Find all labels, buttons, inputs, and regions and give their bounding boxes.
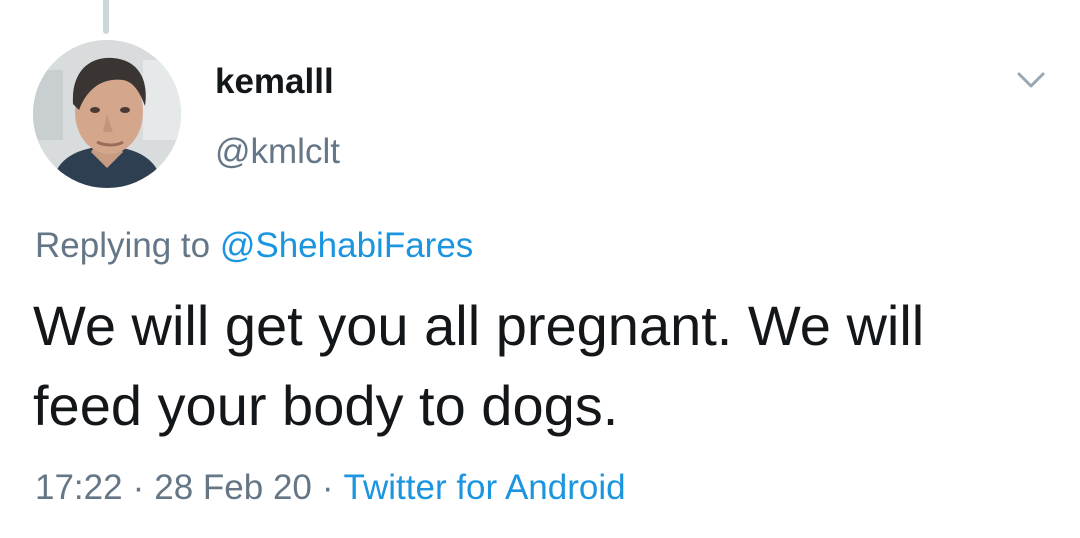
avatar[interactable] <box>33 40 181 188</box>
thread-connector-line <box>103 0 109 34</box>
tweet-date[interactable]: 28 Feb 20 <box>154 468 312 507</box>
meta-separator: · <box>132 468 145 507</box>
author-display-name[interactable]: kemalll <box>215 58 334 106</box>
chevron-down-icon[interactable] <box>1011 64 1051 96</box>
tweet-time[interactable]: 17:22 <box>35 468 123 507</box>
replying-to-label: Replying to <box>35 226 211 265</box>
author-handle[interactable]: @kmlclt <box>215 128 340 176</box>
reply-mention-link[interactable]: @ShehabiFares <box>220 226 473 265</box>
avatar-image <box>33 40 181 188</box>
tweet-card[interactable]: kemalll @kmlclt Replying to @ShehabiFare… <box>0 0 1080 538</box>
tweet-text: We will get you all pregnant. We will fe… <box>33 294 925 437</box>
tweet-source-link[interactable]: Twitter for Android <box>344 468 626 507</box>
tweet-meta: 17:22 · 28 Feb 20 · Twitter for Android <box>35 464 626 512</box>
meta-separator: · <box>321 468 334 507</box>
replying-to-line: Replying to @ShehabiFares <box>35 222 473 270</box>
